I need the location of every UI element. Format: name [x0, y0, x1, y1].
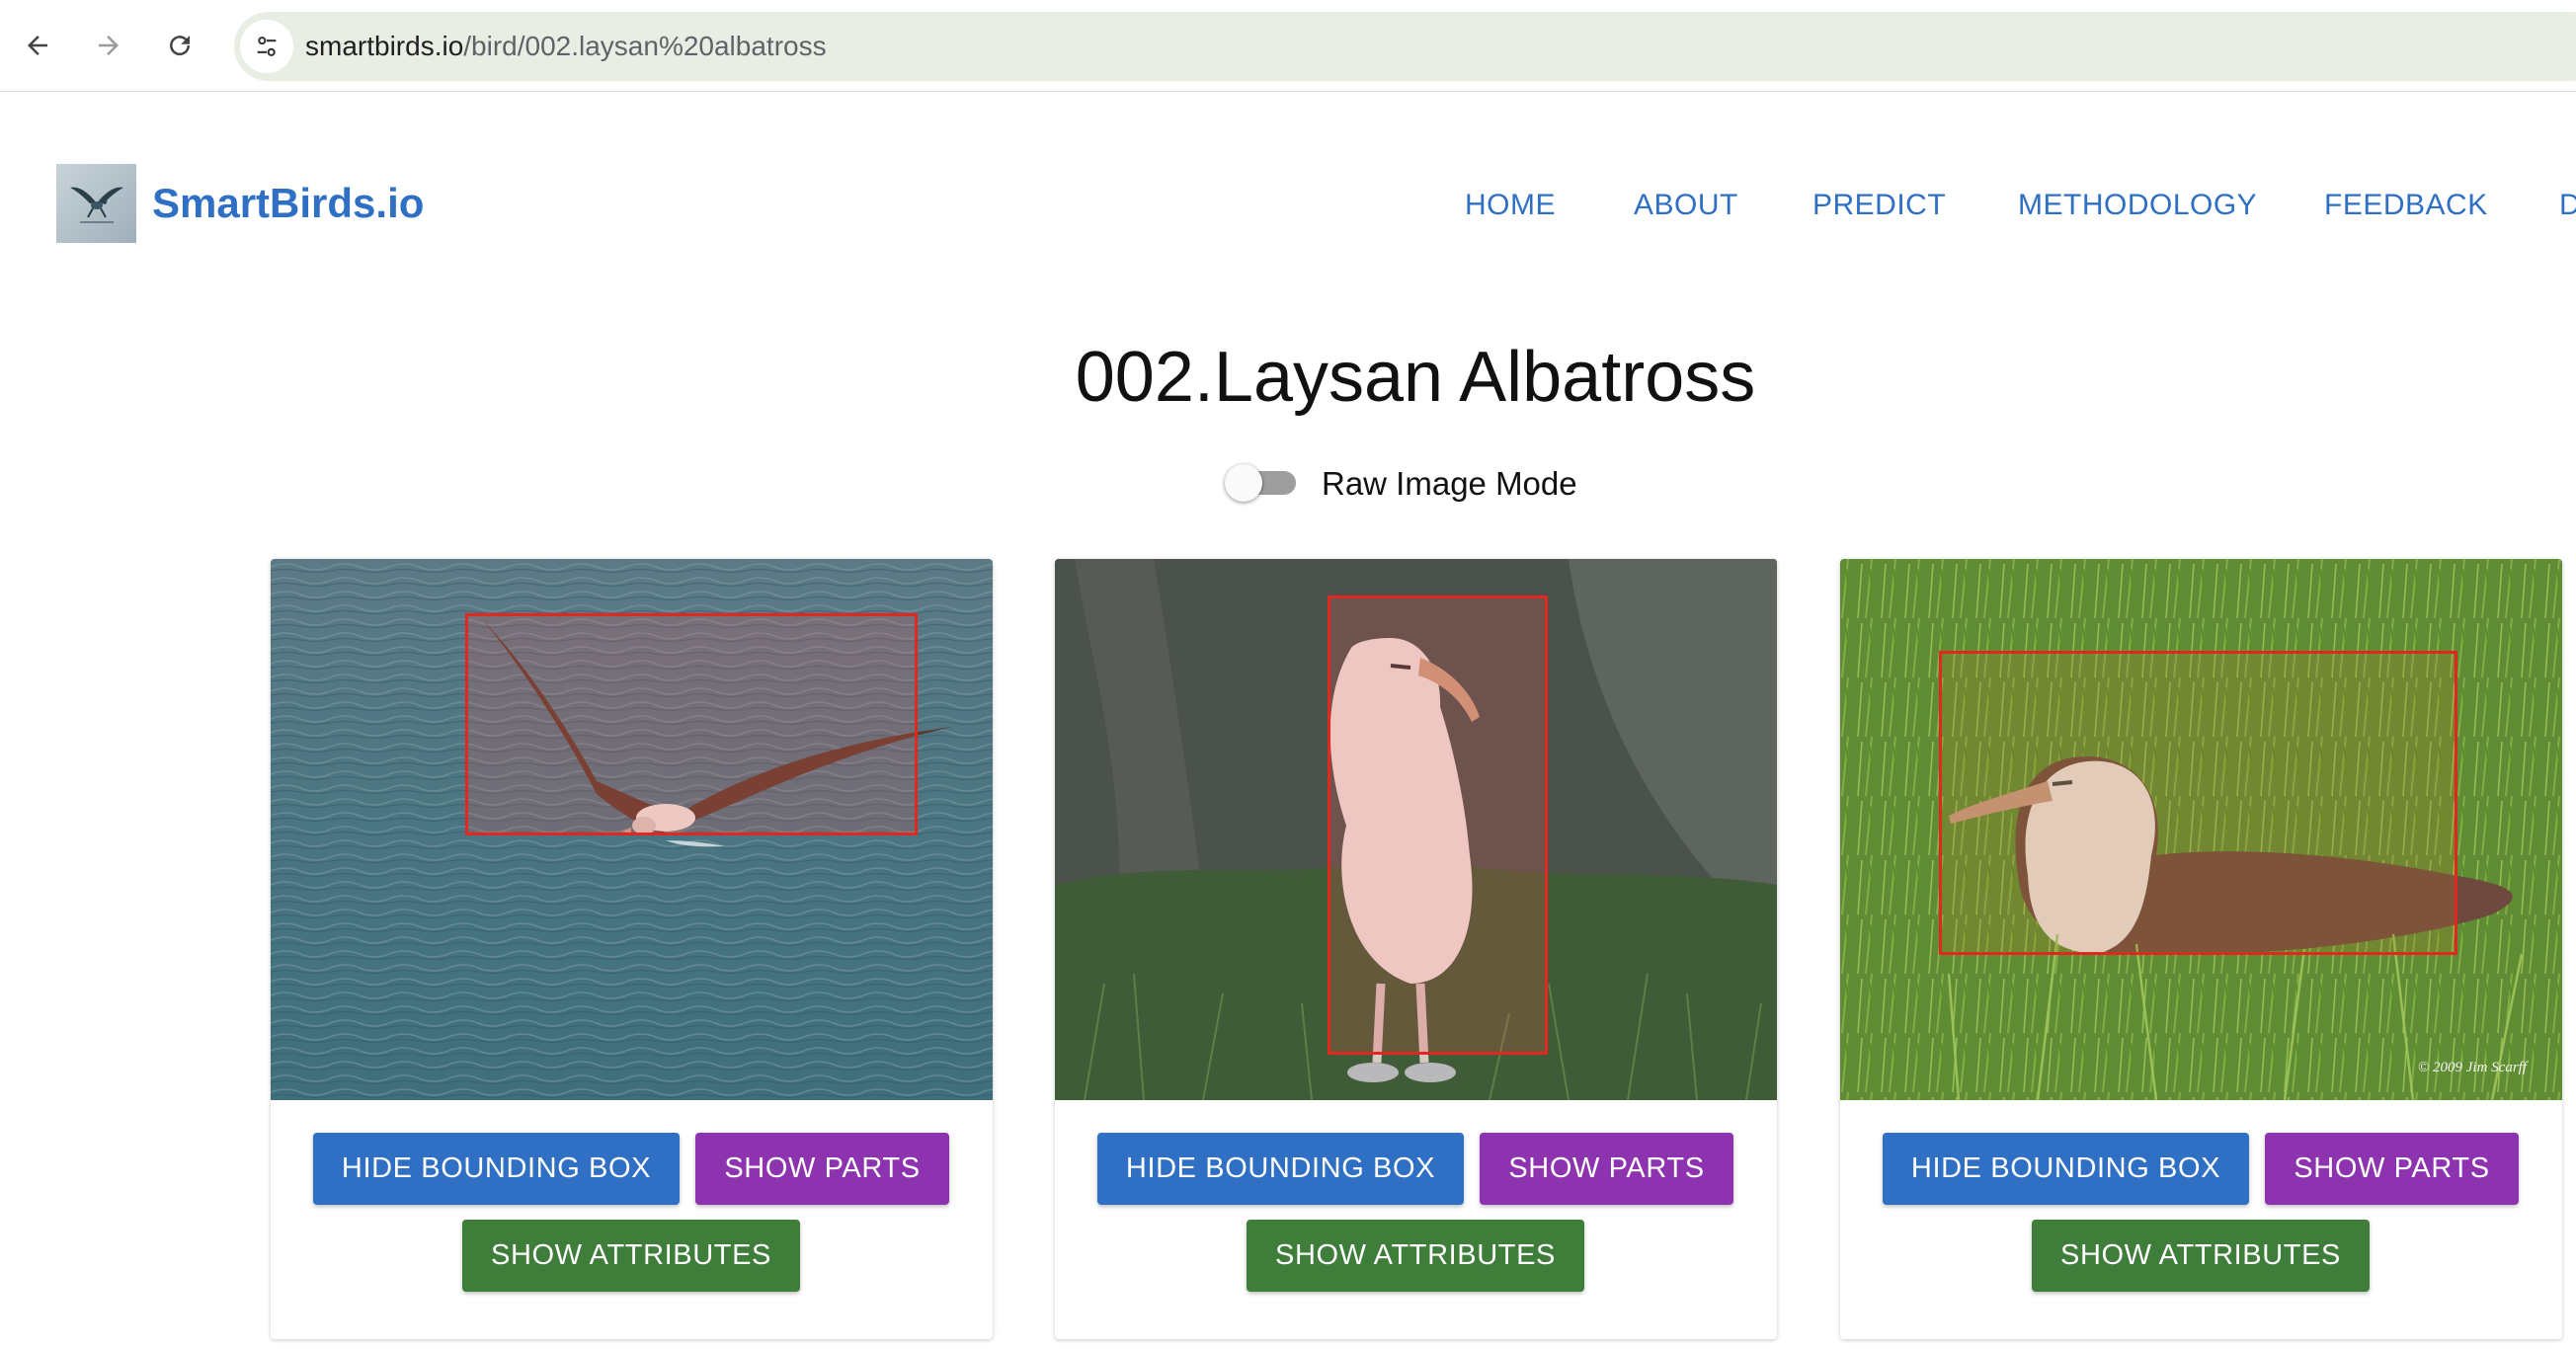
bird-logo-icon[interactable] [56, 164, 136, 243]
bird-image-card: HIDE BOUNDING BOX SHOW PARTS SHOW ATTRIB… [1055, 559, 1777, 1339]
nav-about[interactable]: ABOUT [1634, 186, 1738, 225]
show-attributes-button[interactable]: SHOW ATTRIBUTES [1247, 1220, 1584, 1292]
nav-methodology[interactable]: METHODOLOGY [2018, 186, 2257, 225]
bird-photo[interactable]: © 2009 Jim Scarff [1840, 559, 2562, 1100]
url-path: /bird/002.laysan%20albatross [463, 31, 827, 61]
browser-toolbar: smartbirds.io/bird/002.laysan%20albatros… [0, 0, 2576, 92]
bird-image-card: © 2009 Jim Scarff HIDE BOUNDING BOX SHOW… [1840, 559, 2562, 1339]
bounding-box [1939, 651, 2457, 955]
show-parts-button[interactable]: SHOW PARTS [695, 1133, 949, 1205]
bird-image-card: HIDE BOUNDING BOX SHOW PARTS SHOW ATTRIB… [271, 559, 993, 1339]
url-text: smartbirds.io/bird/002.laysan%20albatros… [305, 30, 827, 63]
show-attributes-button[interactable]: SHOW ATTRIBUTES [462, 1220, 800, 1292]
hide-bounding-box-button[interactable]: HIDE BOUNDING BOX [313, 1133, 680, 1205]
show-attributes-button[interactable]: SHOW ATTRIBUTES [2032, 1220, 2370, 1292]
hide-bounding-box-button[interactable]: HIDE BOUNDING BOX [1883, 1133, 2249, 1205]
nav-home[interactable]: HOME [1465, 186, 1556, 225]
address-bar[interactable]: smartbirds.io/bird/002.laysan%20albatros… [234, 12, 2576, 81]
photo-watermark: © 2009 Jim Scarff [2417, 1060, 2527, 1075]
show-parts-button[interactable]: SHOW PARTS [2265, 1133, 2519, 1205]
reload-button[interactable] [154, 20, 205, 71]
arrow-right-icon [99, 36, 119, 55]
nav-predict[interactable]: PREDICT [1812, 186, 1946, 225]
raw-image-mode-label: Raw Image Mode [1322, 465, 1577, 502]
url-host: smartbirds.io [305, 31, 464, 61]
site-info-button[interactable] [240, 20, 293, 73]
page-title: 002.Laysan Albatross [1075, 338, 1756, 417]
reload-icon [170, 36, 191, 56]
bird-photo[interactable] [1055, 559, 1777, 1100]
arrow-left-icon [28, 36, 47, 55]
bounding-box [1328, 595, 1548, 1055]
nav-truncated-item[interactable]: D [2559, 186, 2576, 225]
bounding-box [465, 613, 918, 835]
toggle-thumb [1225, 464, 1262, 502]
tune-icon [257, 37, 277, 56]
nav-feedback[interactable]: FEEDBACK [2324, 186, 2488, 225]
bird-photo[interactable] [271, 559, 993, 1100]
back-button[interactable] [12, 20, 63, 71]
brand-name[interactable]: SmartBirds.io [152, 179, 424, 228]
show-parts-button[interactable]: SHOW PARTS [1480, 1133, 1733, 1205]
site-header: SmartBirds.io HOME ABOUT PREDICT METHODO… [0, 92, 2576, 319]
raw-image-mode-toggle[interactable] [1225, 464, 1298, 502]
hide-bounding-box-button[interactable]: HIDE BOUNDING BOX [1097, 1133, 1464, 1205]
forward-button[interactable] [83, 20, 134, 71]
